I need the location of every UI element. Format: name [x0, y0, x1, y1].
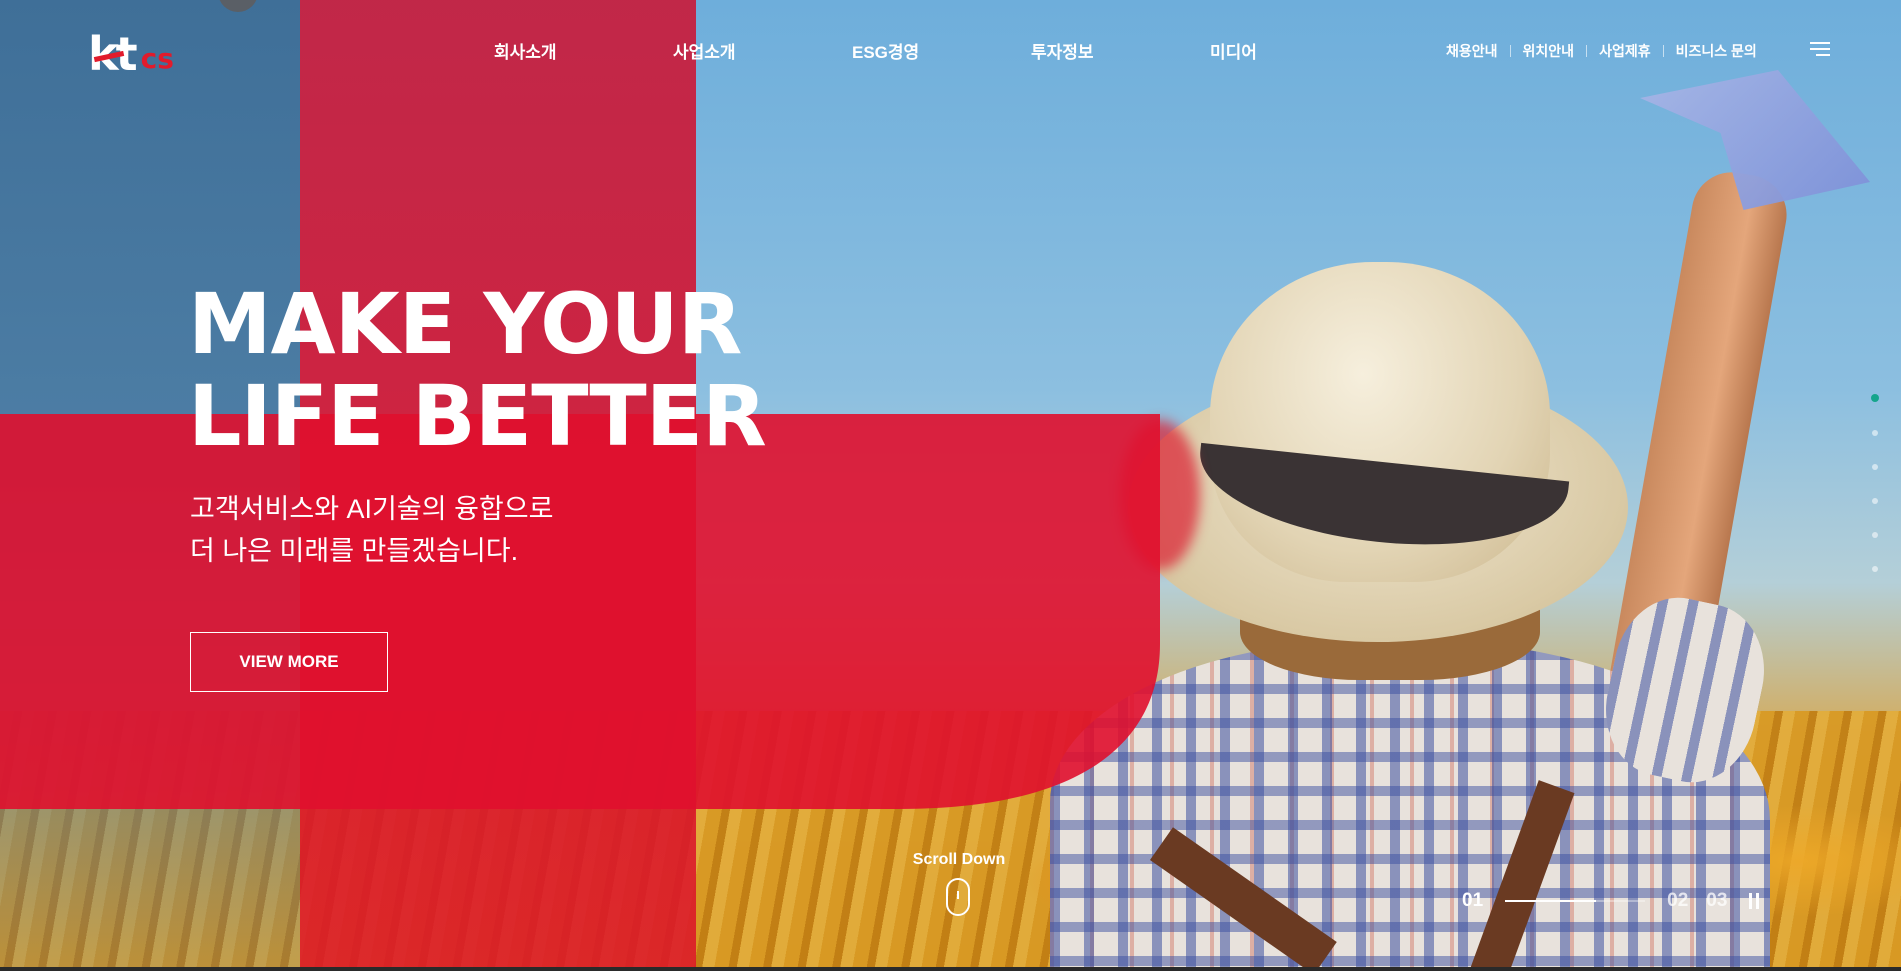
slide-progress-bar [1505, 900, 1646, 902]
hero-subtitle-line2: 더 나은 미래를 만들겠습니다. [190, 536, 519, 566]
divider [1586, 45, 1588, 57]
section-dot-6[interactable] [1872, 566, 1878, 572]
nav-item-business[interactable]: 사업소개 [673, 38, 852, 63]
nav-item-investor[interactable]: 투자정보 [1031, 38, 1210, 63]
util-link-partnership[interactable]: 사업제휴 [1599, 41, 1651, 61]
hero-title-line1: MAKE YOUR [188, 275, 742, 373]
bottom-strip [0, 967, 1901, 971]
logo-cs-text: cs [140, 42, 174, 75]
slide-progress-fill [1505, 900, 1597, 902]
hero-subtitle: 고객서비스와 AI기술의 융합으로 더 나은 미래를 만들겠습니다. [190, 488, 553, 572]
scroll-down-label: Scroll Down [912, 851, 1006, 868]
section-dot-3[interactable] [1872, 464, 1878, 470]
main-navigation: 회사소개 사업소개 ESG경영 투자정보 미디어 [494, 38, 1389, 63]
util-link-location[interactable]: 위치안내 [1523, 41, 1575, 61]
section-dot-5[interactable] [1872, 532, 1878, 538]
view-more-button[interactable]: VIEW MORE [190, 632, 388, 692]
utility-links: 채용안내 위치안내 사업제휴 비즈니스 문의 [1446, 41, 1757, 61]
logo-kt-text: kt [88, 27, 138, 81]
section-dot-4[interactable] [1872, 498, 1878, 504]
nav-item-media[interactable]: 미디어 [1210, 38, 1389, 63]
divider [1509, 45, 1511, 57]
hero-title-line2: LIFE BETTER [188, 367, 767, 465]
mouse-icon[interactable] [946, 878, 970, 916]
hero-title: MAKE YOUR LIFE BETTER [188, 275, 767, 465]
nav-item-company[interactable]: 회사소개 [494, 38, 673, 63]
section-dot-2[interactable] [1872, 430, 1878, 436]
kt-cs-logo[interactable]: kt cs [88, 27, 174, 81]
util-link-recruit[interactable]: 채용안내 [1446, 41, 1498, 61]
slide-number-2[interactable]: 02 [1667, 890, 1688, 912]
util-link-business-inquiry[interactable]: 비즈니스 문의 [1676, 41, 1757, 61]
hero-subtitle-line1: 고객서비스와 AI기술의 융합으로 [190, 494, 554, 524]
red-cross-horizontal [0, 414, 1160, 809]
section-indicator [1871, 394, 1879, 600]
slide-pager: 01 02 03 [1462, 890, 1760, 912]
nav-item-esg[interactable]: ESG경영 [852, 38, 1031, 63]
pause-icon[interactable] [1749, 893, 1760, 909]
hero-background [0, 0, 1901, 971]
divider [1662, 45, 1664, 57]
slide-number-current[interactable]: 01 [1462, 890, 1483, 912]
hamburger-icon[interactable] [1810, 42, 1830, 58]
slide-number-3[interactable]: 03 [1706, 890, 1727, 912]
section-dot-1[interactable] [1871, 394, 1879, 402]
